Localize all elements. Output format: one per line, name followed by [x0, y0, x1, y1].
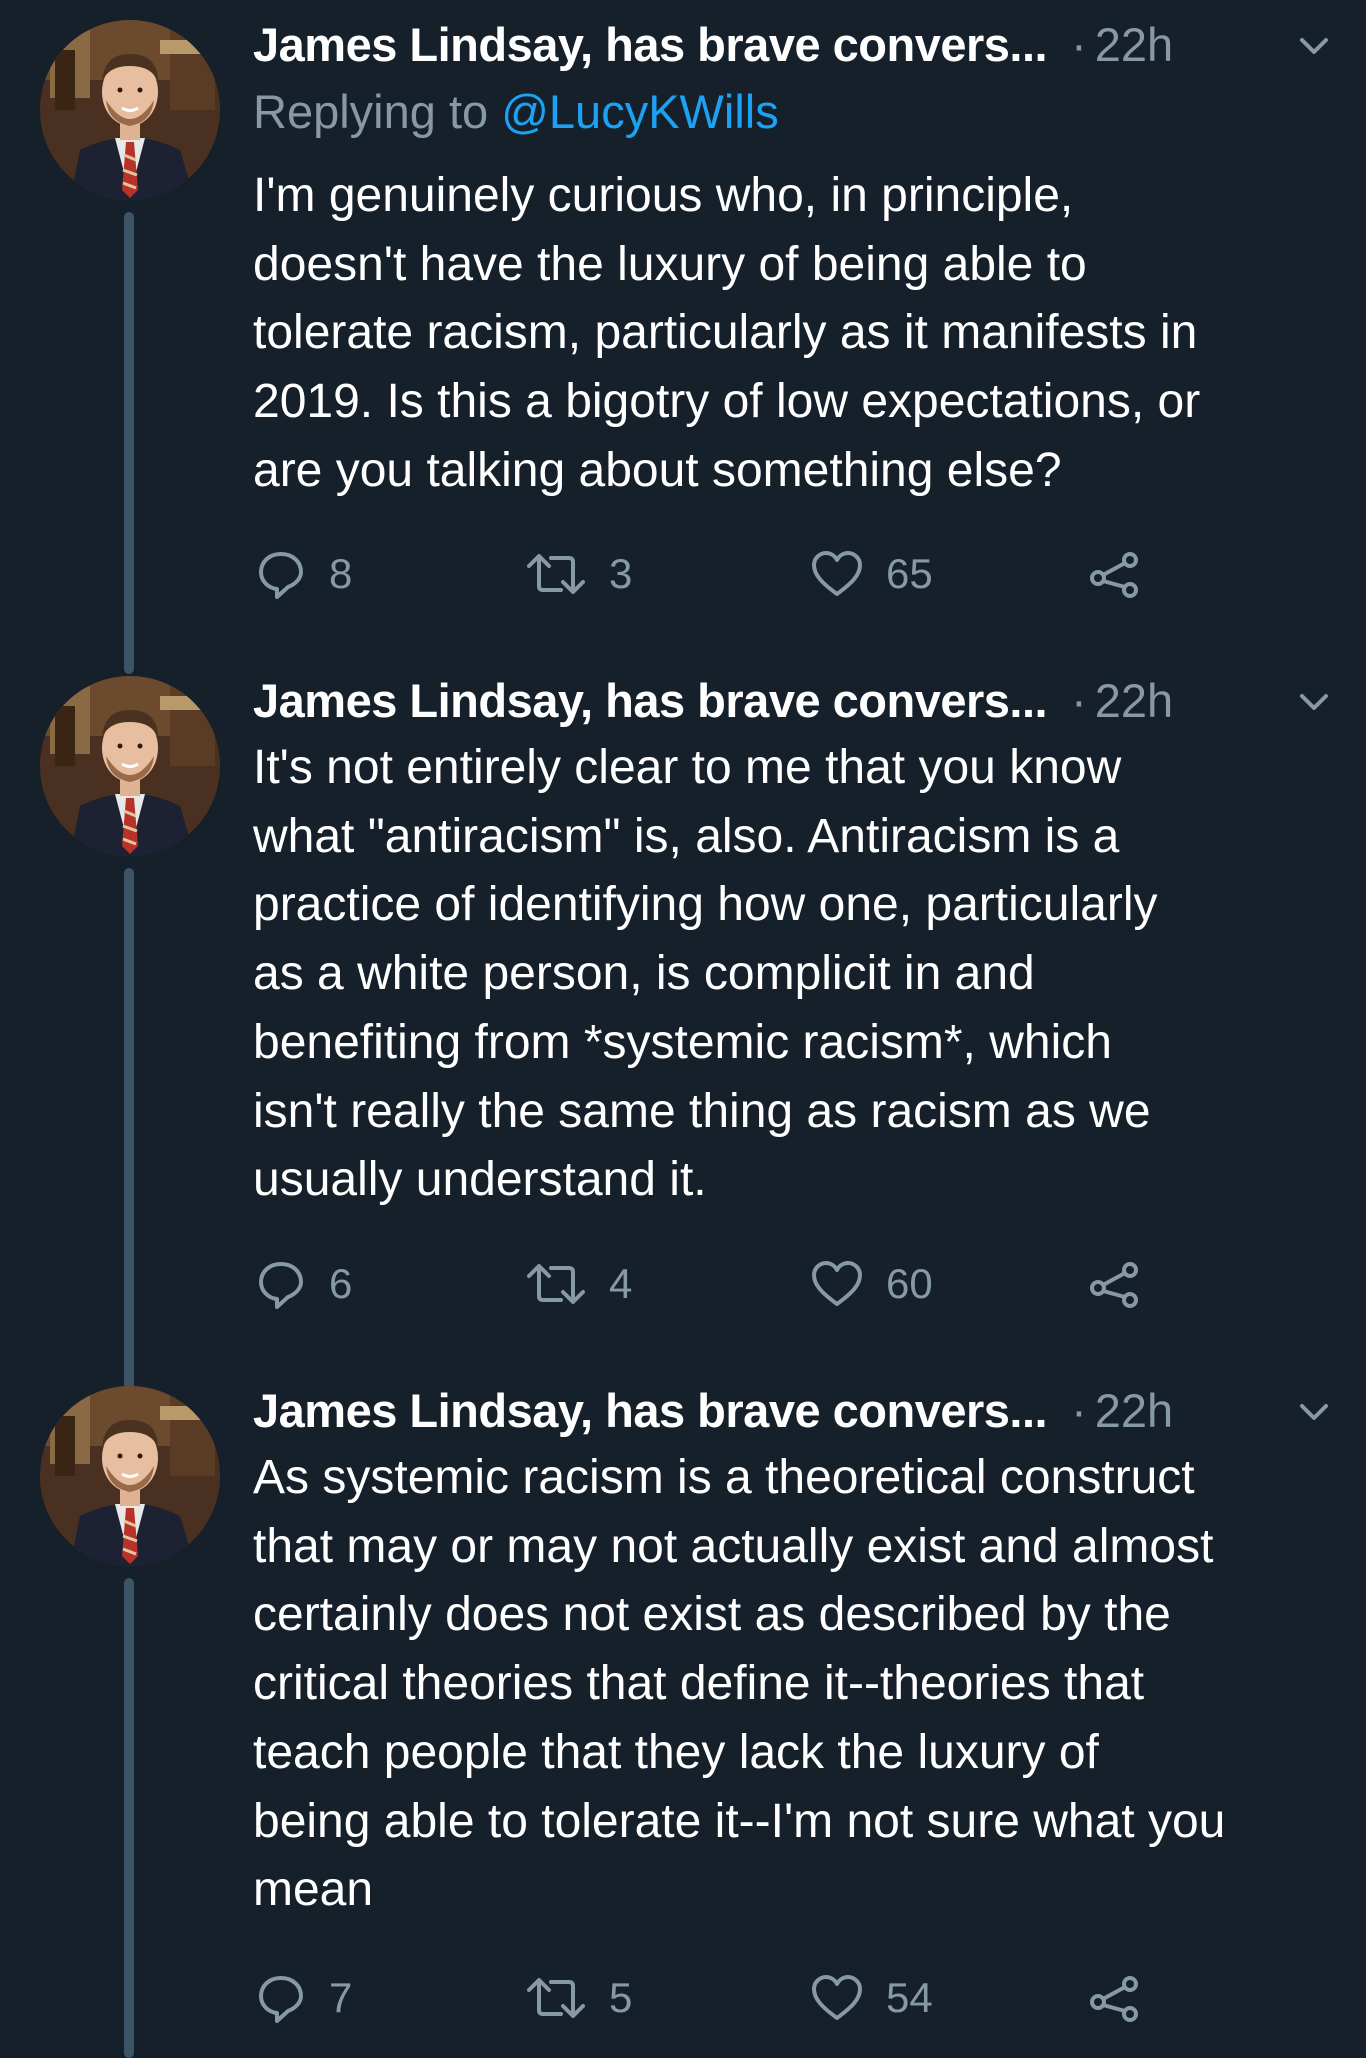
retweet-icon: [527, 1264, 585, 1304]
separator-dot: ·: [1071, 1383, 1087, 1437]
tweet-text-line: 2019. Is this a bigotry of low expectati…: [253, 375, 1201, 429]
tweet-actions: 8 3 65: [255, 544, 1155, 604]
tweet-actions: 7 5 54: [255, 1968, 1155, 2028]
share-icon: [1090, 1976, 1138, 2022]
tweet-text-line: As systemic racism is a theoretical cons…: [253, 1451, 1195, 1504]
reply-icon: [259, 1262, 303, 1309]
retweet-button[interactable]: 3: [525, 544, 632, 604]
retweet-button[interactable]: 5: [525, 1968, 632, 2028]
reply-button[interactable]: 6: [255, 1254, 352, 1314]
like-button[interactable]: 60: [810, 1254, 933, 1314]
reply-count: 6: [329, 1260, 353, 1307]
tweet-text-line: as a white person, is complicit in and: [253, 947, 1035, 1001]
author-name[interactable]: James Lindsay, has brave convers...: [253, 673, 1048, 728]
chevron-down-icon[interactable]: [1292, 1390, 1336, 1434]
share-button[interactable]: [1088, 1254, 1142, 1314]
tweet-text-line: isn't really the same thing as racism as…: [253, 1084, 1151, 1138]
heart-icon: [812, 1975, 862, 2020]
tweet-text-line: certainly does not exist as described by…: [253, 1588, 1171, 1642]
tweet-header: James Lindsay, has brave convers... · 22…: [253, 12, 1336, 76]
author-name[interactable]: James Lindsay, has brave convers...: [253, 1383, 1048, 1438]
tweet-header: James Lindsay, has brave convers... · 22…: [253, 1378, 1336, 1442]
reply-button[interactable]: 7: [255, 1968, 352, 2028]
mention-link[interactable]: @LucyKWills: [501, 85, 779, 138]
reply-button[interactable]: 8: [255, 544, 352, 604]
retweet-icon: [527, 1978, 585, 2018]
separator-dot: ·: [1071, 17, 1087, 71]
tweet-text-line: what "antiracism" is, also. Antiracism i…: [253, 809, 1120, 863]
tweet-text: I'm genuinely curious who, in principle,…: [253, 162, 1343, 506]
avatar-image: [40, 676, 220, 856]
avatar[interactable]: [40, 1386, 220, 1566]
heart-icon: [812, 551, 862, 596]
tweet[interactable]: James Lindsay, has brave convers... · 22…: [0, 1366, 1366, 2058]
like-button[interactable]: 65: [810, 544, 933, 604]
retweet-icon: [527, 554, 585, 594]
separator-dot: ·: [1071, 673, 1087, 727]
tweet-text-line: benefiting from *systemic racism*, which: [253, 1015, 1112, 1069]
thread-line: [124, 212, 134, 674]
tweet-text-line: teach people that they lack the luxury o…: [253, 1725, 1099, 1779]
tweet-text: It's not entirely clear to me that you k…: [253, 734, 1343, 1215]
reply-count: 8: [329, 550, 353, 597]
like-count: 54: [886, 1974, 933, 2021]
retweet-count: 4: [609, 1260, 633, 1307]
share-icon: [1090, 552, 1138, 598]
retweet-count: 5: [609, 1974, 633, 2021]
tweet-text-line: being able to tolerate it--I'm not sure …: [253, 1794, 1226, 1848]
tweet-text-line: mean: [253, 1863, 374, 1917]
tweet-text-line: usually understand it.: [253, 1153, 707, 1207]
share-button[interactable]: [1088, 544, 1142, 604]
thread-line: [124, 1578, 134, 2058]
heart-icon: [812, 1261, 862, 1306]
avatar[interactable]: [40, 676, 220, 856]
reply-icon: [259, 1976, 303, 2023]
chevron-down-icon[interactable]: [1292, 24, 1336, 68]
tweet[interactable]: James Lindsay, has brave convers... · 22…: [0, 656, 1366, 1393]
reply-count: 7: [329, 1974, 353, 2021]
tweet-text-line: doesn't have the luxury of being able to: [253, 237, 1087, 291]
retweet-count: 3: [609, 550, 633, 597]
thread-line: [124, 868, 134, 1393]
tweet-text-line: are you talking about something else?: [253, 443, 1062, 497]
like-count: 65: [886, 550, 933, 597]
retweet-button[interactable]: 4: [525, 1254, 632, 1314]
reply-icon: [259, 552, 303, 599]
timestamp[interactable]: 22h: [1095, 673, 1173, 728]
tweet-text-line: critical theories that define it--theori…: [253, 1657, 1145, 1711]
tweet[interactable]: James Lindsay, has brave convers... · 22…: [0, 0, 1366, 680]
tweet-text: As systemic racism is a theoretical cons…: [253, 1444, 1343, 1925]
timestamp[interactable]: 22h: [1095, 1383, 1173, 1438]
avatar-image: [40, 20, 220, 200]
share-icon: [1090, 1262, 1138, 1308]
tweet-text-line: It's not entirely clear to me that you k…: [253, 741, 1122, 794]
avatar[interactable]: [40, 20, 220, 200]
timestamp[interactable]: 22h: [1095, 17, 1173, 72]
author-name[interactable]: James Lindsay, has brave convers...: [253, 17, 1048, 72]
tweet-text-line: practice of identifying how one, particu…: [253, 878, 1158, 932]
replying-to: Replying to @LucyKWills: [253, 84, 779, 139]
like-button[interactable]: 54: [810, 1968, 933, 2028]
tweet-text-line: I'm genuinely curious who, in principle,: [253, 169, 1074, 222]
tweet-text-line: tolerate racism, particularly as it mani…: [253, 306, 1198, 360]
share-button[interactable]: [1088, 1968, 1142, 2028]
avatar-image: [40, 1386, 220, 1566]
tweet-header: James Lindsay, has brave convers... · 22…: [253, 668, 1336, 732]
replying-to-label: Replying to: [253, 85, 502, 138]
tweet-text-line: that may or may not actually exist and a…: [253, 1519, 1214, 1573]
like-count: 60: [886, 1260, 933, 1307]
tweet-actions: 6 4 60: [255, 1254, 1155, 1314]
chevron-down-icon[interactable]: [1292, 680, 1336, 724]
